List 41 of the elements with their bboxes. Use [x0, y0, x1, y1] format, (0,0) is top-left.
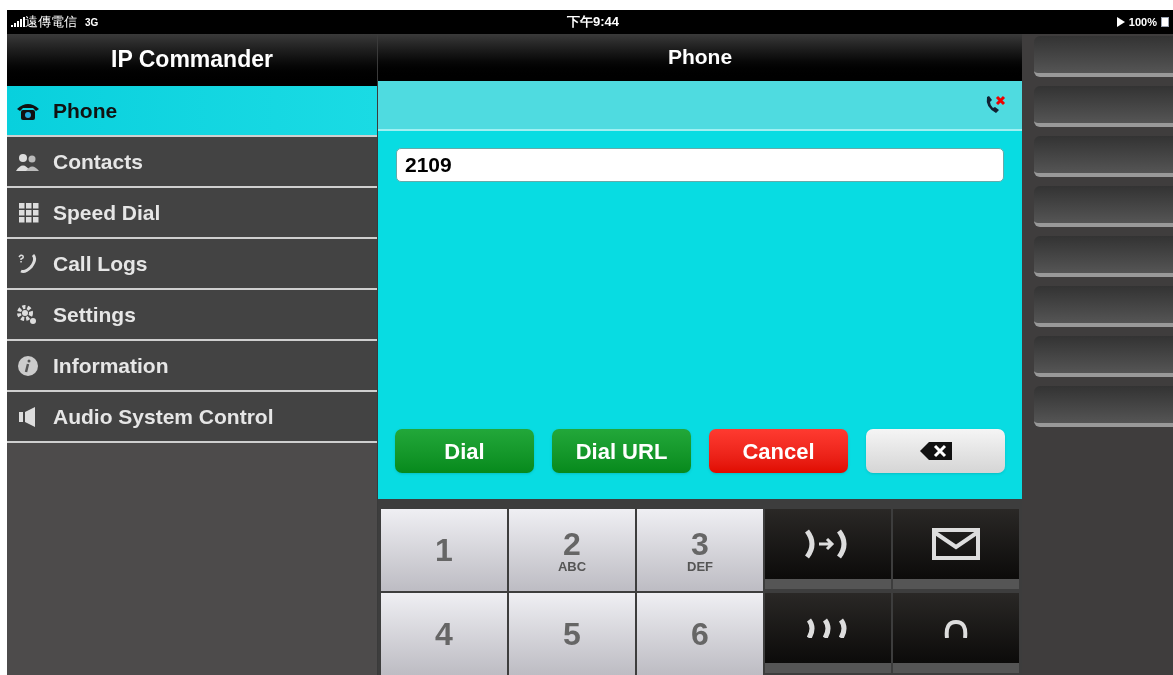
battery-icon	[1161, 17, 1169, 27]
sidebar-item[interactable]: Contacts	[7, 137, 377, 188]
envelope-icon	[931, 527, 981, 561]
carrier-name: 遠傳電信	[25, 13, 77, 32]
keypad-function-key[interactable]	[765, 593, 891, 673]
number-field[interactable]: 2109	[396, 148, 1004, 183]
backspace-icon	[918, 441, 953, 461]
keypad-key[interactable]: 3 DEF	[637, 509, 763, 591]
app-title: IP Commander	[111, 44, 273, 74]
sidebar-item[interactable]: Call Logs	[7, 239, 377, 290]
line-slot[interactable]	[1034, 186, 1173, 227]
sidebar-item[interactable]: Speed Dial	[7, 188, 377, 239]
info-icon	[15, 354, 41, 377]
phone-cross-icon	[984, 95, 1006, 116]
keypad-function-key[interactable]	[893, 509, 1019, 589]
sidebar-item[interactable]: Settings	[7, 290, 377, 341]
line-slot[interactable]	[1034, 86, 1173, 127]
page-title: Phone	[667, 44, 733, 70]
signal-icon	[11, 17, 25, 27]
sidebar-item[interactable]: Information	[7, 341, 377, 392]
sidebar-item[interactable]: Audio System Control	[7, 392, 377, 443]
sidebar-item[interactable]: Phone	[7, 86, 377, 137]
battery-level: 100%	[1128, 14, 1157, 30]
keypad-key[interactable]: 5	[509, 593, 635, 675]
keypad-function-key[interactable]	[765, 509, 891, 589]
keypad-key[interactable]: 6	[637, 593, 763, 675]
clock: 下午9:44	[567, 13, 620, 32]
dial-button[interactable]: Dial	[395, 429, 534, 473]
dial-button[interactable]: Dial URL	[552, 429, 691, 473]
line-slot[interactable]	[1034, 36, 1173, 77]
line-slot[interactable]	[1034, 236, 1173, 277]
line-slot[interactable]	[1034, 286, 1173, 327]
keypad-key[interactable]: 2 ABC	[509, 509, 635, 591]
line-slot[interactable]	[1034, 336, 1173, 377]
keypad-key[interactable]: 4	[381, 593, 507, 675]
cancel-button[interactable]: Cancel	[709, 429, 848, 473]
network-type: 3G	[85, 15, 99, 30]
line-slot[interactable]	[1034, 386, 1173, 427]
backspace-button[interactable]	[866, 429, 1005, 473]
keypad-key[interactable]: 1	[381, 509, 507, 591]
line-slot[interactable]	[1034, 136, 1173, 177]
